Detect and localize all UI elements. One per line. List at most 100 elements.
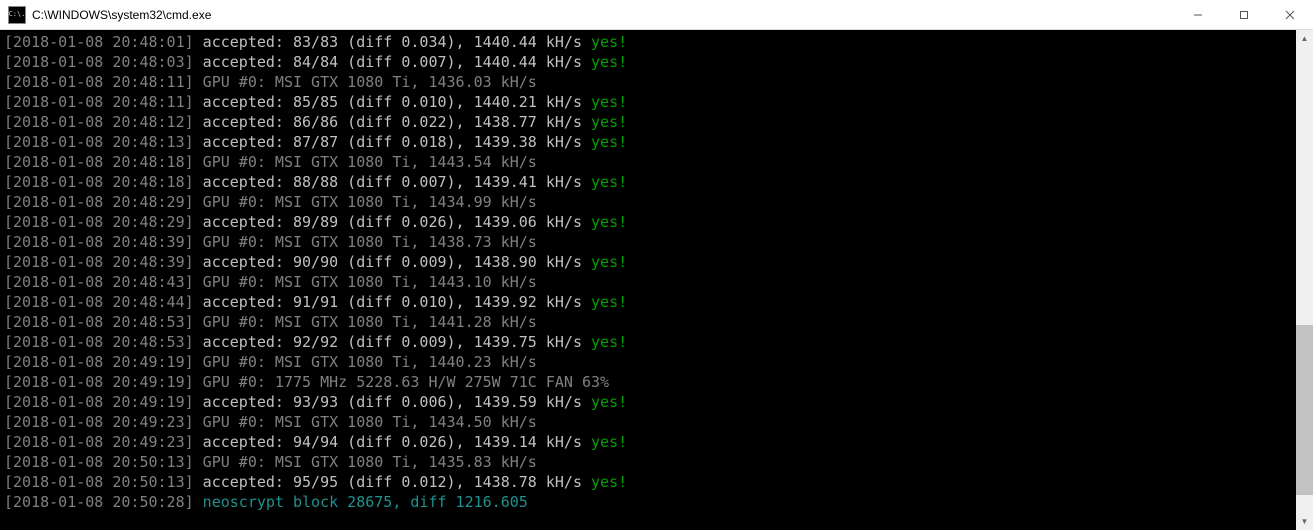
yes-indicator: yes! [591,93,627,111]
line-body: GPU #0: MSI GTX 1080 Ti, 1441.28 kH/s [194,313,537,331]
line-body: accepted: 95/95 (diff 0.012), 1438.78 kH… [194,473,591,491]
timestamp: [2018-01-08 20:48:44] [4,293,194,311]
timestamp: [2018-01-08 20:49:19] [4,393,194,411]
scroll-up-arrow-icon[interactable]: ▲ [1296,30,1313,47]
line-body: accepted: 86/86 (diff 0.022), 1438.77 kH… [194,113,591,131]
timestamp: [2018-01-08 20:48:12] [4,113,194,131]
console-line: [2018-01-08 20:49:19] accepted: 93/93 (d… [4,392,1292,412]
line-body: accepted: 90/90 (diff 0.009), 1438.90 kH… [194,253,591,271]
vertical-scrollbar[interactable]: ▲ ▼ [1296,30,1313,530]
yes-indicator: yes! [591,33,627,51]
titlebar-buttons [1175,0,1313,29]
yes-indicator: yes! [591,393,627,411]
timestamp: [2018-01-08 20:49:19] [4,353,194,371]
maximize-button[interactable] [1221,0,1267,29]
console-line: [2018-01-08 20:48:43] GPU #0: MSI GTX 10… [4,272,1292,292]
timestamp: [2018-01-08 20:49:23] [4,413,194,431]
line-body: accepted: 93/93 (diff 0.006), 1439.59 kH… [194,393,591,411]
line-body: GPU #0: 1775 MHz 5228.63 H/W 275W 71C FA… [194,373,609,391]
line-body: GPU #0: MSI GTX 1080 Ti, 1443.10 kH/s [194,273,537,291]
line-body: accepted: 91/91 (diff 0.010), 1439.92 kH… [194,293,591,311]
console-area: [2018-01-08 20:48:01] accepted: 83/83 (d… [0,30,1313,530]
line-body: GPU #0: MSI GTX 1080 Ti, 1434.99 kH/s [194,193,537,211]
close-icon [1285,10,1295,20]
minimize-icon [1193,10,1203,20]
minimize-button[interactable] [1175,0,1221,29]
timestamp: [2018-01-08 20:49:19] [4,373,194,391]
yes-indicator: yes! [591,173,627,191]
line-body: GPU #0: MSI GTX 1080 Ti, 1443.54 kH/s [194,153,537,171]
line-body: accepted: 83/83 (diff 0.034), 1440.44 kH… [194,33,591,51]
yes-indicator: yes! [591,113,627,131]
line-body: accepted: 88/88 (diff 0.007), 1439.41 kH… [194,173,591,191]
line-body: GPU #0: MSI GTX 1080 Ti, 1438.73 kH/s [194,233,537,251]
cmd-icon: C:\. [8,6,26,24]
yes-indicator: yes! [591,253,627,271]
console-line: [2018-01-08 20:48:44] accepted: 91/91 (d… [4,292,1292,312]
timestamp: [2018-01-08 20:48:18] [4,153,194,171]
console-line: [2018-01-08 20:48:11] accepted: 85/85 (d… [4,92,1292,112]
timestamp: [2018-01-08 20:48:53] [4,333,194,351]
window-title: C:\WINDOWS\system32\cmd.exe [32,8,1175,22]
console-line: [2018-01-08 20:48:03] accepted: 84/84 (d… [4,52,1292,72]
console-output[interactable]: [2018-01-08 20:48:01] accepted: 83/83 (d… [0,30,1296,530]
timestamp: [2018-01-08 20:48:43] [4,273,194,291]
scroll-thumb[interactable] [1296,325,1313,495]
line-body: GPU #0: MSI GTX 1080 Ti, 1436.03 kH/s [194,73,537,91]
console-line: [2018-01-08 20:50:13] accepted: 95/95 (d… [4,472,1292,492]
line-body: accepted: 89/89 (diff 0.026), 1439.06 kH… [194,213,591,231]
timestamp: [2018-01-08 20:48:01] [4,33,194,51]
close-button[interactable] [1267,0,1313,29]
console-line: [2018-01-08 20:48:29] accepted: 89/89 (d… [4,212,1292,232]
line-body: accepted: 92/92 (diff 0.009), 1439.75 kH… [194,333,591,351]
line-body: accepted: 85/85 (diff 0.010), 1440.21 kH… [194,93,591,111]
console-line: [2018-01-08 20:48:39] accepted: 90/90 (d… [4,252,1292,272]
yes-indicator: yes! [591,293,627,311]
timestamp: [2018-01-08 20:48:53] [4,313,194,331]
yes-indicator: yes! [591,433,627,451]
titlebar[interactable]: C:\. C:\WINDOWS\system32\cmd.exe [0,0,1313,30]
timestamp: [2018-01-08 20:49:23] [4,433,194,451]
line-body: neoscrypt block 28675, diff 1216.605 [194,493,528,511]
timestamp: [2018-01-08 20:50:13] [4,453,194,471]
console-line: [2018-01-08 20:48:39] GPU #0: MSI GTX 10… [4,232,1292,252]
console-line: [2018-01-08 20:50:13] GPU #0: MSI GTX 10… [4,452,1292,472]
console-line: [2018-01-08 20:50:28] neoscrypt block 28… [4,492,1292,512]
line-body: accepted: 87/87 (diff 0.018), 1439.38 kH… [194,133,591,151]
timestamp: [2018-01-08 20:48:13] [4,133,194,151]
console-line: [2018-01-08 20:49:23] GPU #0: MSI GTX 10… [4,412,1292,432]
console-line: [2018-01-08 20:48:12] accepted: 86/86 (d… [4,112,1292,132]
cmd-window: C:\. C:\WINDOWS\system32\cmd.exe [2018-0… [0,0,1313,530]
yes-indicator: yes! [591,133,627,151]
timestamp: [2018-01-08 20:48:11] [4,93,194,111]
console-line: [2018-01-08 20:49:23] accepted: 94/94 (d… [4,432,1292,452]
console-line: [2018-01-08 20:48:18] accepted: 88/88 (d… [4,172,1292,192]
yes-indicator: yes! [591,473,627,491]
console-line: [2018-01-08 20:48:53] accepted: 92/92 (d… [4,332,1292,352]
timestamp: [2018-01-08 20:48:39] [4,253,194,271]
maximize-icon [1239,10,1249,20]
console-line: [2018-01-08 20:48:29] GPU #0: MSI GTX 10… [4,192,1292,212]
yes-indicator: yes! [591,213,627,231]
timestamp: [2018-01-08 20:48:18] [4,173,194,191]
line-body: GPU #0: MSI GTX 1080 Ti, 1434.50 kH/s [194,413,537,431]
scroll-down-arrow-icon[interactable]: ▼ [1296,513,1313,530]
console-line: [2018-01-08 20:48:01] accepted: 83/83 (d… [4,32,1292,52]
line-body: accepted: 84/84 (diff 0.007), 1440.44 kH… [194,53,591,71]
console-line: [2018-01-08 20:48:53] GPU #0: MSI GTX 10… [4,312,1292,332]
timestamp: [2018-01-08 20:48:29] [4,213,194,231]
timestamp: [2018-01-08 20:50:13] [4,473,194,491]
timestamp: [2018-01-08 20:50:28] [4,493,194,511]
timestamp: [2018-01-08 20:48:29] [4,193,194,211]
console-line: [2018-01-08 20:48:18] GPU #0: MSI GTX 10… [4,152,1292,172]
line-body: accepted: 94/94 (diff 0.026), 1439.14 kH… [194,433,591,451]
yes-indicator: yes! [591,333,627,351]
timestamp: [2018-01-08 20:48:39] [4,233,194,251]
timestamp: [2018-01-08 20:48:11] [4,73,194,91]
console-line: [2018-01-08 20:49:19] GPU #0: 1775 MHz 5… [4,372,1292,392]
console-line: [2018-01-08 20:49:19] GPU #0: MSI GTX 10… [4,352,1292,372]
line-body: GPU #0: MSI GTX 1080 Ti, 1435.83 kH/s [194,453,537,471]
yes-indicator: yes! [591,53,627,71]
console-line: [2018-01-08 20:48:11] GPU #0: MSI GTX 10… [4,72,1292,92]
line-body: GPU #0: MSI GTX 1080 Ti, 1440.23 kH/s [194,353,537,371]
